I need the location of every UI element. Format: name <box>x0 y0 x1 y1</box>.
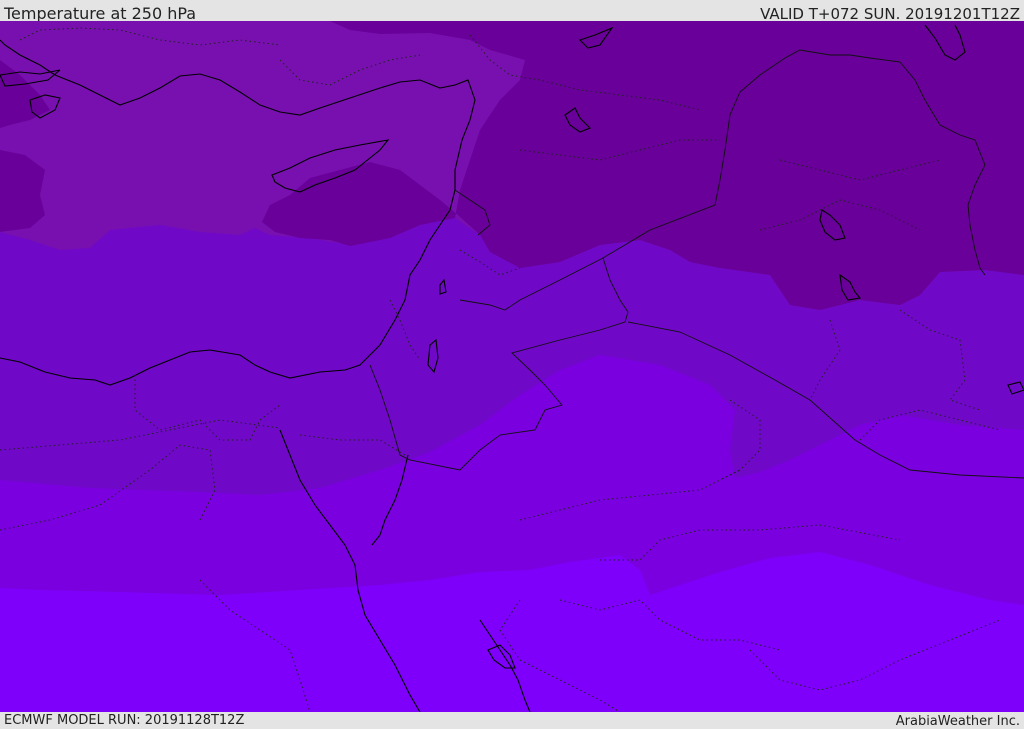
footer-bar: ECMWF MODEL RUN: 20191128T12Z ArabiaWeat… <box>0 712 1024 729</box>
credit-label: ArabiaWeather Inc. <box>895 714 1020 729</box>
model-run-label: ECMWF MODEL RUN: 20191128T12Z <box>4 713 245 728</box>
weather-map[interactable] <box>0 21 1024 712</box>
header-bar: Temperature at 250 hPa VALID T+072 SUN. … <box>0 0 1024 23</box>
